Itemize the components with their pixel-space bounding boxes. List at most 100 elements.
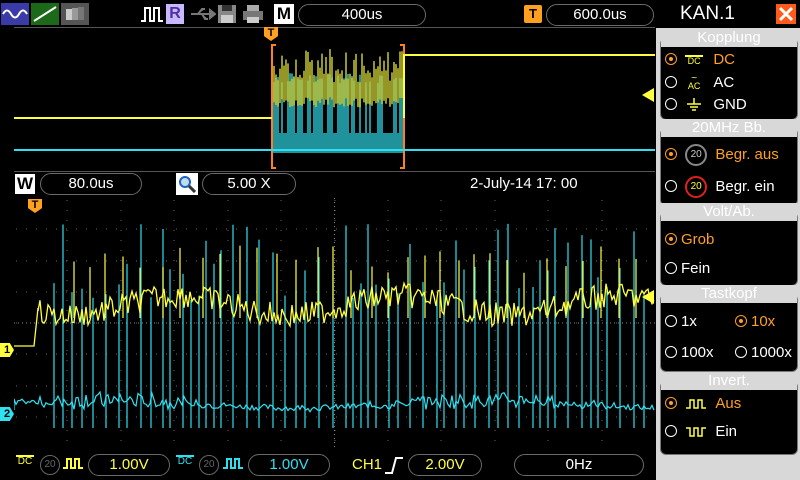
channel-menu-panel: KAN.1 Kopplung DC DC ~ AC AC GND 20MHz Bb… bbox=[656, 0, 800, 480]
ch1-bandwidth-icon[interactable]: 20 bbox=[40, 455, 60, 475]
bandwidth-option-on[interactable]: 20 Begr. ein bbox=[665, 176, 775, 198]
ch2-invert-icon[interactable] bbox=[222, 456, 244, 472]
invert-header: Invert. bbox=[661, 372, 797, 390]
save-icon[interactable] bbox=[216, 3, 238, 25]
window-timebase-readout[interactable]: 80.0us bbox=[40, 173, 142, 195]
coupling-header: Kopplung bbox=[661, 29, 797, 47]
radio-icon bbox=[665, 76, 677, 88]
trigger-source-label[interactable]: CH1 bbox=[352, 455, 382, 475]
zoom-factor-readout[interactable]: 5.00 X bbox=[202, 173, 296, 195]
radio-icon bbox=[665, 179, 677, 192]
top-status-bar: R M 400us T 600.0us bbox=[0, 0, 655, 28]
radio-icon bbox=[735, 346, 747, 358]
pulse-trigger-icon[interactable] bbox=[140, 3, 164, 25]
menu-title: KAN.1 bbox=[680, 3, 735, 24]
invert-group: Invert. Aus Ein bbox=[660, 372, 798, 455]
sine-wave-icon bbox=[2, 9, 28, 19]
ch2-coupling-icon[interactable]: DC bbox=[176, 455, 194, 467]
volts-option-fine[interactable]: Fein bbox=[665, 259, 710, 279]
probe-option-1000x[interactable]: 1000x bbox=[735, 343, 792, 363]
invert-option-on[interactable]: Ein bbox=[665, 422, 737, 442]
close-button[interactable] bbox=[776, 4, 796, 24]
ch1-invert-icon[interactable] bbox=[62, 456, 84, 472]
overview-trigger-level-arrow bbox=[642, 88, 654, 102]
radio-icon bbox=[665, 53, 677, 65]
radio-icon bbox=[665, 425, 677, 437]
ch2-ground-marker[interactable]: 2 bbox=[0, 407, 14, 421]
graticule-grid bbox=[16, 200, 647, 441]
volts-div-group: Volt/Ab. Grob Fein bbox=[660, 203, 798, 286]
ch1-scale-readout[interactable]: 1.00V bbox=[88, 454, 170, 476]
normal-waveform-icon bbox=[686, 399, 707, 409]
print-icon[interactable] bbox=[242, 3, 264, 25]
frequency-counter-readout: 0Hz bbox=[514, 454, 644, 476]
ramp-display-icon[interactable] bbox=[31, 3, 59, 25]
trigger-level-readout[interactable]: 2.00V bbox=[408, 454, 482, 476]
main-waveform-plot bbox=[13, 198, 655, 448]
layers-icon bbox=[66, 7, 84, 20]
volts-div-header: Volt/Ab. bbox=[661, 203, 797, 221]
magnifier-icon[interactable] bbox=[176, 173, 198, 195]
coupling-option-ac[interactable]: ~ AC AC bbox=[665, 73, 734, 93]
ch2-bandwidth-icon[interactable]: 20 bbox=[199, 455, 219, 475]
ac-coupling-icon: ~ AC bbox=[687, 73, 701, 92]
bottom-status-bar: DC 20 1.00V DC 20 1.00V CH1 2.00V 0Hz bbox=[0, 450, 655, 480]
close-icon bbox=[778, 6, 794, 22]
radio-icon bbox=[665, 98, 677, 110]
menu-title-bar: KAN.1 bbox=[656, 0, 800, 28]
radio-icon bbox=[665, 147, 677, 160]
ch1-coupling-icon[interactable]: DC bbox=[16, 455, 34, 467]
inverted-waveform-icon bbox=[686, 427, 707, 437]
date-time-label: 2-July-14 17: 00 bbox=[470, 175, 578, 192]
usb-plug-icon bbox=[191, 7, 216, 21]
waveform-display-icon[interactable] bbox=[1, 3, 29, 25]
zoom-window-badge[interactable]: W bbox=[15, 174, 35, 194]
run-state-badge[interactable]: R bbox=[166, 4, 184, 24]
rising-edge-icon[interactable] bbox=[384, 455, 404, 475]
probe-group: Tastkopf 1x 10x 100x 1000x bbox=[660, 285, 798, 372]
bandwidth-group: 20MHz Bb. 20 Begr. aus 20 Begr. ein bbox=[660, 119, 798, 206]
ch2-scale-readout[interactable]: 1.00V bbox=[248, 454, 330, 476]
zoom-status-bar: W 80.0us 5.00 X 2-July-14 17: 00 bbox=[0, 172, 655, 196]
zoom-lens-icon bbox=[179, 176, 196, 193]
probe-option-10x[interactable]: 10x bbox=[735, 312, 775, 332]
probe-header: Tastkopf bbox=[661, 285, 797, 303]
radio-icon bbox=[665, 262, 677, 274]
main-waveform-window: T bbox=[13, 198, 655, 448]
invert-option-off[interactable]: Aus bbox=[665, 394, 741, 414]
printer-icon bbox=[243, 5, 263, 23]
overview-ch1-high-trace bbox=[403, 54, 655, 118]
probe-option-1x[interactable]: 1x bbox=[665, 312, 697, 332]
radio-icon bbox=[665, 397, 677, 409]
trigger-position-badge: T bbox=[524, 5, 542, 23]
trigger-level-arrow[interactable] bbox=[642, 290, 654, 304]
coupling-option-dc[interactable]: DC DC bbox=[665, 50, 735, 70]
floppy-disk-icon bbox=[218, 5, 236, 23]
dc-coupling-icon: DC bbox=[685, 54, 704, 66]
ground-icon bbox=[687, 98, 702, 111]
timebase-readout[interactable]: 400us bbox=[298, 4, 426, 26]
radio-icon bbox=[665, 346, 677, 358]
overview-waveform-plot bbox=[14, 44, 655, 169]
radio-icon bbox=[735, 315, 747, 327]
graticule-axes bbox=[14, 198, 655, 448]
bandwidth-option-off[interactable]: 20 Begr. aus bbox=[665, 144, 779, 166]
volts-option-coarse[interactable]: Grob bbox=[665, 230, 714, 250]
usb-icon bbox=[190, 3, 216, 25]
pulse-icon bbox=[141, 7, 163, 22]
acquisition-mode-badge[interactable]: M bbox=[274, 4, 294, 24]
coupling-option-gnd[interactable]: GND bbox=[665, 95, 747, 115]
bandwidth-limit-icon: 20 bbox=[685, 144, 708, 166]
overview-ch1-burst bbox=[273, 49, 403, 108]
trigger-delay-readout[interactable]: 600.0us bbox=[546, 4, 654, 26]
bandwidth-limit-active-icon: 20 bbox=[685, 176, 708, 198]
ch1-ground-marker[interactable]: 1 bbox=[0, 343, 14, 357]
memory-overview-window: T bbox=[14, 27, 655, 172]
slope-line-icon bbox=[33, 6, 57, 22]
radio-icon bbox=[665, 233, 677, 245]
persistence-display-icon[interactable] bbox=[61, 3, 89, 25]
coupling-group: Kopplung DC DC ~ AC AC GND bbox=[660, 29, 798, 120]
bandwidth-header: 20MHz Bb. bbox=[661, 119, 797, 137]
probe-option-100x[interactable]: 100x bbox=[665, 343, 714, 363]
ch1-spikes bbox=[73, 245, 637, 318]
